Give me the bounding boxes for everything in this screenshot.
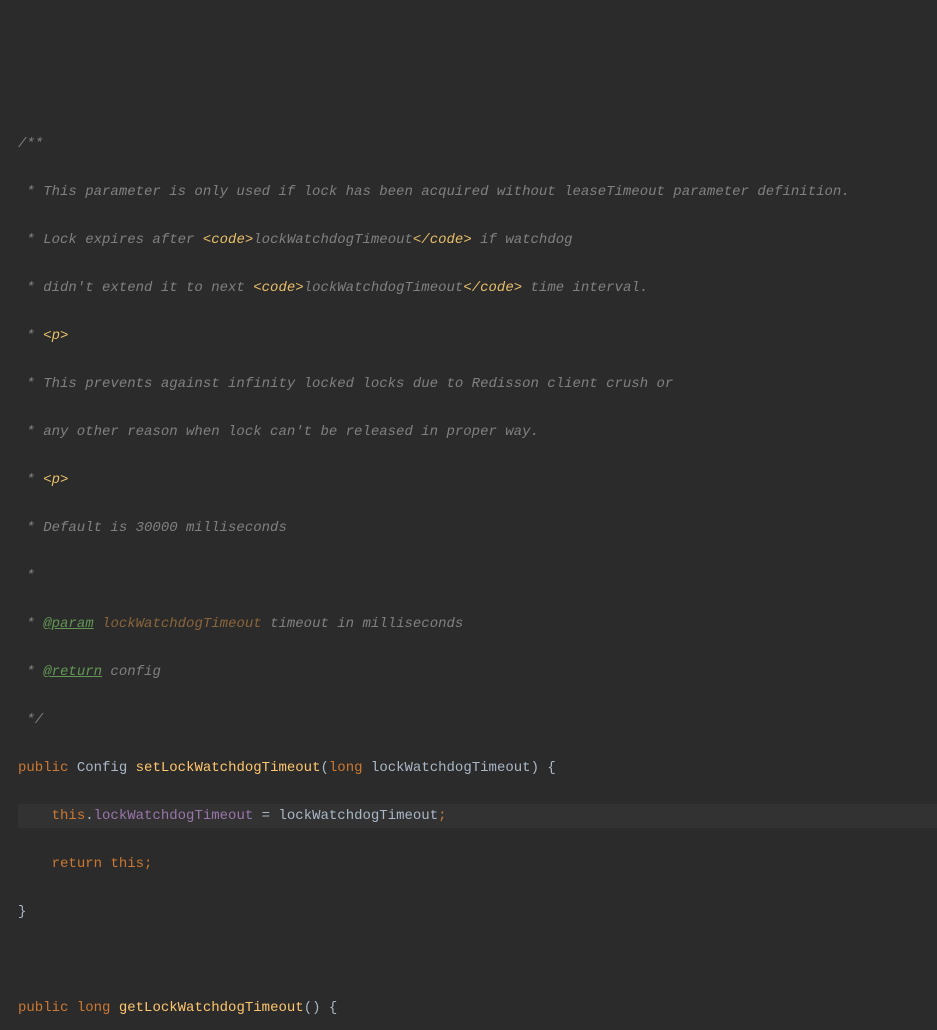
javadoc-text: * [18,472,43,488]
code-line[interactable]: /** [18,132,937,156]
lbrace: { [329,1000,337,1016]
keyword-public: public [18,1000,68,1016]
keyword-this: this [110,856,144,872]
semicolon: ; [144,856,152,872]
javadoc-text: * any other reason when lock can't be re… [18,424,539,440]
javadoc-text: * [18,616,43,632]
code-line[interactable]: * @return config [18,660,937,684]
method-name: getLockWatchdogTimeout [119,1000,304,1016]
param-name: lockWatchdogTimeout [371,760,531,776]
code-line[interactable]: * <p> [18,468,937,492]
javadoc-close: */ [18,712,43,728]
code-tag-open: <code> [203,232,253,248]
keyword-long: long [329,760,363,776]
code-tag-content: lockWatchdogTimeout [304,280,464,296]
code-line[interactable]: return this; [18,852,937,876]
type-config: Config [77,760,127,776]
param-name: lockWatchdogTimeout [94,616,262,632]
semicolon: ; [438,808,446,824]
method-name: setLockWatchdogTimeout [136,760,321,776]
dot: . [85,808,93,824]
javadoc-open: /** [18,136,43,152]
code-tag-open: <code> [253,280,303,296]
javadoc-text: * [18,568,35,584]
javadoc-text: config [102,664,161,680]
javadoc-text: * Default is 30000 milliseconds [18,520,287,536]
code-line[interactable]: * [18,564,937,588]
code-line[interactable]: } [18,900,937,924]
code-line[interactable]: */ [18,708,937,732]
code-line[interactable]: public long getLockWatchdogTimeout() { [18,996,937,1020]
lbrace: { [547,760,555,776]
rparen: ) [312,1000,320,1016]
javadoc-text: * Lock expires after [18,232,203,248]
field-ref: lockWatchdogTimeout [94,808,254,824]
p-tag: <p> [43,472,68,488]
p-tag: <p> [43,328,68,344]
code-line[interactable]: * <p> [18,324,937,348]
keyword-return: return [52,856,102,872]
keyword-public: public [18,760,68,776]
rbrace: } [18,904,26,920]
code-line[interactable]: * didn't extend it to next <code>lockWat… [18,276,937,300]
rparen: ) [531,760,539,776]
code-tag-close: </code> [463,280,522,296]
lparen: ( [321,760,329,776]
code-line[interactable]: * This prevents against infinity locked … [18,372,937,396]
code-line[interactable]: * any other reason when lock can't be re… [18,420,937,444]
javadoc-text: timeout in milliseconds [262,616,464,632]
code-tag-close: </code> [413,232,472,248]
code-editor[interactable]: /** * This parameter is only used if loc… [0,96,937,1030]
javadoc-text: * [18,664,43,680]
code-line[interactable]: public Config setLockWatchdogTimeout(lon… [18,756,937,780]
lparen: ( [304,1000,312,1016]
var-ref: lockWatchdogTimeout [278,808,438,824]
equals: = [262,808,270,824]
javadoc-text: * This prevents against infinity locked … [18,376,673,392]
keyword-long: long [77,1000,111,1016]
javadoc-text: * didn't extend it to next [18,280,253,296]
javadoc-text: time interval. [522,280,648,296]
at-param: @param [43,616,93,632]
code-line[interactable] [18,948,937,972]
code-line[interactable]: * Default is 30000 milliseconds [18,516,937,540]
code-line[interactable]: * @param lockWatchdogTimeout timeout in … [18,612,937,636]
javadoc-text: * This parameter is only used if lock ha… [18,184,850,200]
code-line-highlighted[interactable]: this.lockWatchdogTimeout = lockWatchdogT… [18,804,937,828]
code-tag-content: lockWatchdogTimeout [253,232,413,248]
code-line[interactable]: * This parameter is only used if lock ha… [18,180,937,204]
code-line[interactable]: * Lock expires after <code>lockWatchdogT… [18,228,937,252]
javadoc-text: if watchdog [472,232,573,248]
javadoc-text: * [18,328,43,344]
keyword-this: this [52,808,86,824]
at-return: @return [43,664,102,680]
